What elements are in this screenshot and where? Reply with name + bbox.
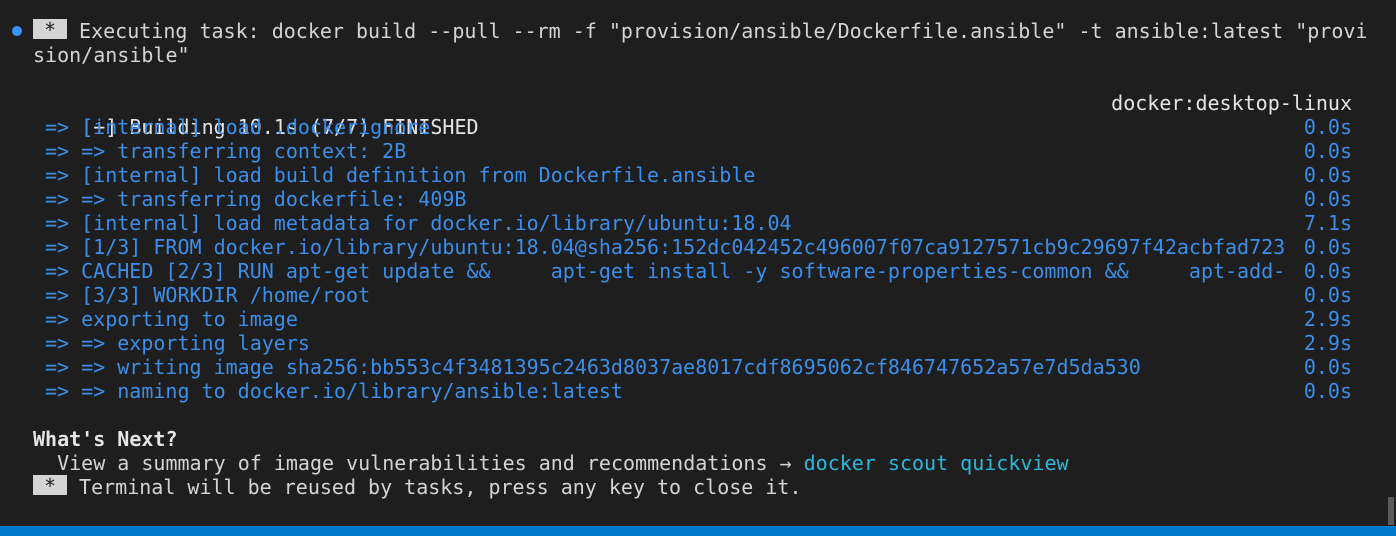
build-step-row: => => transferring dockerfile: 409B 0.0s [45,187,1355,211]
terminal-scrollbar[interactable] [1388,497,1394,525]
build-step-row: => [internal] load metadata for docker.i… [45,211,1355,235]
task-line-2: sion/ansible" [33,43,190,67]
docker-scout-command[interactable]: docker scout quickview [804,451,1069,475]
build-step-row: => [3/3] WORKDIR /home/root 0.0s [45,283,1355,307]
footer-message: Terminal will be reused by tasks, press … [79,475,802,499]
build-step-time: 0.0s [1303,379,1352,403]
build-step-time: 0.0s [1303,139,1352,163]
build-step-row: => [1/3] FROM docker.io/library/ubuntu:1… [45,235,1355,259]
build-step-time: 0.0s [1303,187,1352,211]
build-step-text: => => transferring dockerfile: 409B [45,187,467,211]
status-bar [0,526,1396,536]
build-header: [+] Building 10.1s (7/7) FINISHED docker… [33,91,1355,139]
build-step-time: 0.0s [1303,163,1352,187]
build-step-text: => => exporting layers [45,331,310,355]
build-context: docker:desktop-linux [1111,91,1352,115]
build-step-row: => [internal] load build definition from… [45,163,1355,187]
build-step-time: 0.0s [1303,259,1352,283]
task-line-1: * Executing task: docker build --pull --r… [33,19,1367,43]
task-star-badge: * [33,19,68,41]
build-step-row: => => transferring context: 2B 0.0s [45,139,1355,163]
build-step-text: => => writing image sha256:bb553c4f34813… [45,355,1141,379]
build-step-row: => => exporting layers 2.9s [45,331,1355,355]
build-step-time: 7.1s [1303,211,1352,235]
build-step-text: => [internal] load build definition from… [45,163,756,187]
build-step-text: => => naming to docker.io/library/ansibl… [45,379,623,403]
build-step-time: 0.0s [1303,283,1352,307]
task-status-dot [12,26,22,36]
terminal-panel[interactable]: * Executing task: docker build --pull --r… [0,0,1396,526]
build-step-time: 0.0s [1303,355,1352,379]
build-step-text: => CACHED [2/3] RUN apt-get update && ap… [45,259,1286,283]
build-step-time: 0.0s [1303,115,1352,139]
footer-star-badge: * [33,475,68,497]
summary-text: View a summary of image vulnerabilities … [33,451,804,475]
build-step-text: => => transferring context: 2B [45,139,407,163]
footer-line: * Terminal will be reused by tasks, press… [33,475,802,499]
task-command-text: Executing task: docker build --pull --rm… [79,19,1368,43]
build-step-text: => [internal] load .dockerignore [45,115,431,139]
whats-next-heading: What's Next? [33,427,178,451]
build-step-text: => [internal] load metadata for docker.i… [45,211,792,235]
build-step-time: 2.9s [1303,307,1352,331]
build-step-text: => [3/3] WORKDIR /home/root [45,283,371,307]
build-step-row: => => writing image sha256:bb553c4f34813… [45,355,1355,379]
build-step-text: => exporting to image [45,307,298,331]
build-step-time: 0.0s [1303,235,1352,259]
build-step-row: => => naming to docker.io/library/ansibl… [45,379,1355,403]
build-step-text: => [1/3] FROM docker.io/library/ubuntu:1… [45,235,1286,259]
build-step-row: => [internal] load .dockerignore 0.0s [45,115,1355,139]
whats-next-summary: View a summary of image vulnerabilities … [33,451,1069,475]
build-step-time: 2.9s [1303,331,1352,355]
build-step-row: => CACHED [2/3] RUN apt-get update && ap… [45,259,1355,283]
build-step-row: => exporting to image 2.9s [45,307,1355,331]
